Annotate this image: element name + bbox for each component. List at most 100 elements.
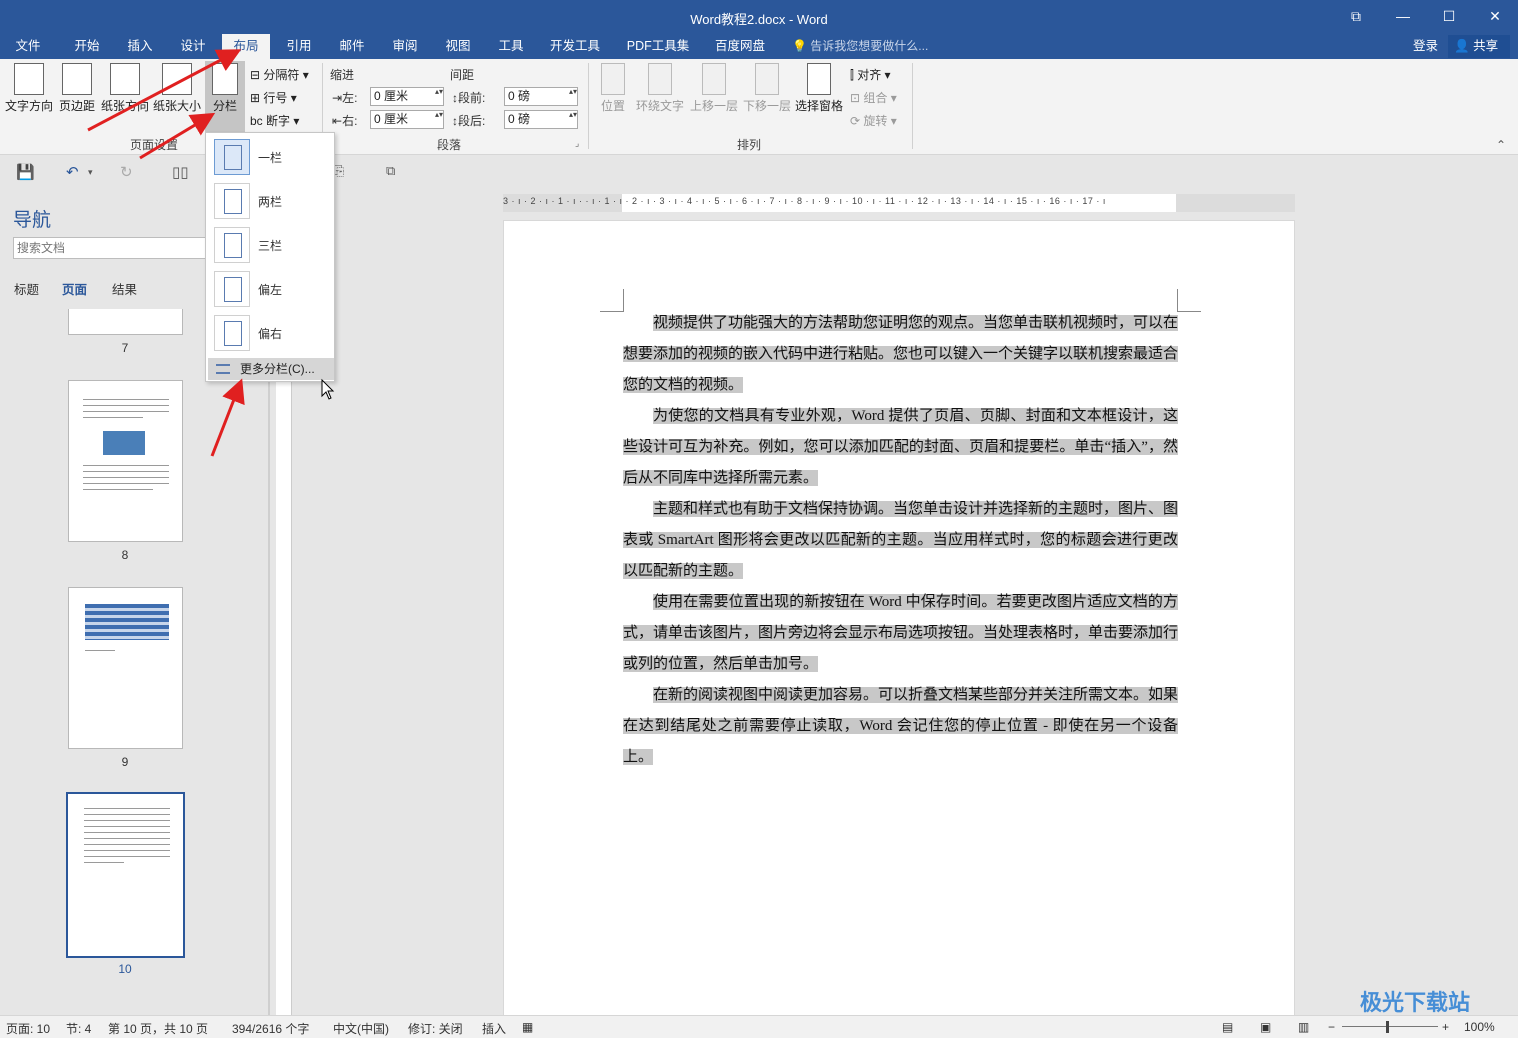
align-button[interactable]: ⫿ 对齐 ▾ <box>850 66 891 83</box>
page-thumbnail[interactable] <box>68 380 183 542</box>
window-title: Word教程2.docx - Word <box>690 12 828 27</box>
selection-pane-button[interactable]: 选择窗格 <box>794 63 844 133</box>
columns-option-one[interactable]: 一栏 <box>206 135 334 179</box>
tab-file[interactable]: 文件 <box>6 34 50 59</box>
tab-baidu-netdisk[interactable]: 百度网盘 <box>706 34 774 59</box>
document-page[interactable]: 视频提供了功能强大的方法帮助您证明您的观点。当您单击联机视频时，可以在想要添加的… <box>503 220 1295 1020</box>
paragraph[interactable]: 在新的阅读视图中阅读更加容易。可以折叠文档某些部分并关注所需文本。如果在达到结尾… <box>623 680 1179 773</box>
zoom-out-icon[interactable]: − <box>1328 1020 1335 1034</box>
columns-option-two[interactable]: 两栏 <box>206 179 334 223</box>
minimize-button[interactable]: — <box>1380 0 1426 34</box>
tell-me-box[interactable]: 💡 告诉我您想要做什么... <box>792 34 928 59</box>
columns-button[interactable]: 分栏 <box>205 61 245 133</box>
tab-pdf-tools[interactable]: PDF工具集 <box>620 34 696 59</box>
hyphenation-button[interactable]: bc 断字 ▾ <box>250 112 299 129</box>
status-insert-mode[interactable]: 插入 <box>482 1020 506 1037</box>
columns-option-left[interactable]: 偏左 <box>206 267 334 311</box>
paragraph[interactable]: 为使您的文档具有专业外观，Word 提供了页眉、页脚、封面和文本框设计，这些设计… <box>623 401 1178 494</box>
group-icon: ⊡ <box>850 91 861 105</box>
rotate-icon: ⟳ <box>850 114 861 128</box>
maximize-button[interactable]: ☐ <box>1426 0 1472 34</box>
read-mode-icon[interactable]: ▯▯ <box>172 163 189 181</box>
tab-design[interactable]: 设计 <box>170 34 216 59</box>
rotate-button[interactable]: ⟳ 旋转 ▾ <box>850 112 897 129</box>
spacing-after-input[interactable]: 0 磅 <box>504 110 578 129</box>
zoom-slider[interactable] <box>1342 1026 1438 1027</box>
status-page[interactable]: 页面: 10 <box>6 1020 50 1037</box>
web-layout-view-icon[interactable]: ▥ <box>1298 1020 1309 1034</box>
text-direction-button[interactable]: 文字方向 <box>4 63 54 133</box>
status-track-changes[interactable]: 修订: 关闭 <box>408 1020 463 1037</box>
tab-tools[interactable]: 工具 <box>488 34 534 59</box>
status-page-of[interactable]: 第 10 页，共 10 页 <box>108 1020 208 1037</box>
print-layout-view-icon[interactable]: ▣ <box>1260 1020 1271 1034</box>
tab-review[interactable]: 审阅 <box>382 34 428 59</box>
line-numbers-button[interactable]: ⊞ 行号 ▾ <box>250 89 297 106</box>
group-button[interactable]: ⊡ 组合 ▾ <box>850 89 897 106</box>
orientation-button[interactable]: 纸张方向 <box>100 63 150 133</box>
collapse-ribbon-icon[interactable]: ⌃ <box>1496 138 1506 152</box>
tab-layout[interactable]: 布局 <box>222 34 270 59</box>
paragraph-group-label: 段落 <box>437 138 462 152</box>
read-mode-view-icon[interactable]: ▤ <box>1222 1020 1233 1034</box>
horizontal-ruler[interactable]: 3 · ı · 2 · ı · 1 · ı · · ı · 1 · ı · 2 … <box>503 194 1295 212</box>
document-body[interactable]: 视频提供了功能强大的方法帮助您证明您的观点。当您单击联机视频时，可以在想要添加的… <box>623 308 1179 773</box>
nav-tab-headings[interactable]: 标题 <box>14 279 39 298</box>
redo-icon[interactable]: ↻ <box>120 163 133 181</box>
more-columns-item[interactable]: 更多分栏(C)... <box>208 358 334 380</box>
indent-right-input[interactable]: 0 厘米 <box>370 110 444 129</box>
breaks-button[interactable]: ⊟ 分隔符 ▾ <box>250 66 309 83</box>
page-thumbnail[interactable] <box>68 309 183 335</box>
nav-title: 导航 <box>13 210 52 231</box>
columns-option-three[interactable]: 三栏 <box>206 223 334 267</box>
page-thumbnail-selected[interactable] <box>66 792 185 958</box>
nav-search-input[interactable]: 搜索文档 <box>13 237 208 259</box>
undo-icon[interactable]: ↶ <box>66 163 79 181</box>
wrap-text-button[interactable]: 环绕文字 <box>634 63 686 133</box>
macro-icon[interactable]: ▦ <box>522 1020 533 1034</box>
margins-button[interactable]: 页边距 <box>56 63 98 133</box>
tab-home[interactable]: 开始 <box>64 34 110 59</box>
indent-left-input[interactable]: 0 厘米 <box>370 87 444 106</box>
paragraph[interactable]: 使用在需要位置出现的新按钮在 Word 中保存时间。若要更改图片适应文档的方式，… <box>623 587 1179 680</box>
zoom-in-icon[interactable]: + <box>1442 1020 1449 1034</box>
nav-tab-results[interactable]: 结果 <box>112 279 137 298</box>
size-button[interactable]: 纸张大小 <box>152 63 202 133</box>
bring-forward-button[interactable]: 上移一层 <box>688 63 740 133</box>
zoom-slider-thumb[interactable] <box>1386 1021 1389 1033</box>
status-word-count[interactable]: 394/2616 个字 <box>232 1020 309 1037</box>
ribbon-display-options-button[interactable]: ⧉ <box>1333 0 1379 34</box>
login-link[interactable]: 登录 <box>1413 34 1438 58</box>
tab-developer[interactable]: 开发工具 <box>541 34 609 59</box>
nav-tab-pages[interactable]: 页面 <box>62 279 87 298</box>
screenshot-icon[interactable]: ⧉ <box>386 163 395 179</box>
close-button[interactable]: ✕ <box>1472 0 1518 34</box>
columns-option-right[interactable]: 偏右 <box>206 311 334 355</box>
spacing-after-label: ↕段后: <box>452 114 486 128</box>
send-backward-button[interactable]: 下移一层 <box>741 63 793 133</box>
paragraph-dialog-launcher-icon[interactable]: ⌟ <box>575 138 579 149</box>
attach-icon[interactable]: ⎘ <box>334 163 344 179</box>
undo-dropdown-icon[interactable]: ▾ <box>88 167 93 178</box>
paragraph[interactable]: 视频提供了功能强大的方法帮助您证明您的观点。当您单击联机视频时，可以在想要添加的… <box>623 308 1179 401</box>
position-icon <box>601 63 625 95</box>
text-direction-icon <box>14 63 44 95</box>
status-section[interactable]: 节: 4 <box>66 1020 91 1037</box>
page-thumbnail[interactable] <box>68 587 183 749</box>
tab-insert[interactable]: 插入 <box>117 34 163 59</box>
spacing-before-input[interactable]: 0 磅 <box>504 87 578 106</box>
zoom-level[interactable]: 100% <box>1464 1020 1495 1034</box>
orientation-icon <box>110 63 140 95</box>
group-divider <box>588 63 589 149</box>
tab-view[interactable]: 视图 <box>435 34 481 59</box>
share-label: 共享 <box>1473 39 1499 53</box>
tab-mailings[interactable]: 邮件 <box>329 34 375 59</box>
page-number: 8 <box>121 548 129 562</box>
share-button[interactable]: 👤 共享 <box>1448 35 1510 58</box>
position-button[interactable]: 位置 <box>596 63 630 133</box>
paragraph[interactable]: 主题和样式也有助于文档保持协调。当您单击设计并选择新的主题时，图片、图表或 Sm… <box>623 494 1179 587</box>
status-language[interactable]: 中文(中国) <box>333 1020 389 1037</box>
save-icon[interactable]: 💾 <box>16 163 35 181</box>
tab-references[interactable]: 引用 <box>276 34 322 59</box>
margins-icon <box>62 63 92 95</box>
